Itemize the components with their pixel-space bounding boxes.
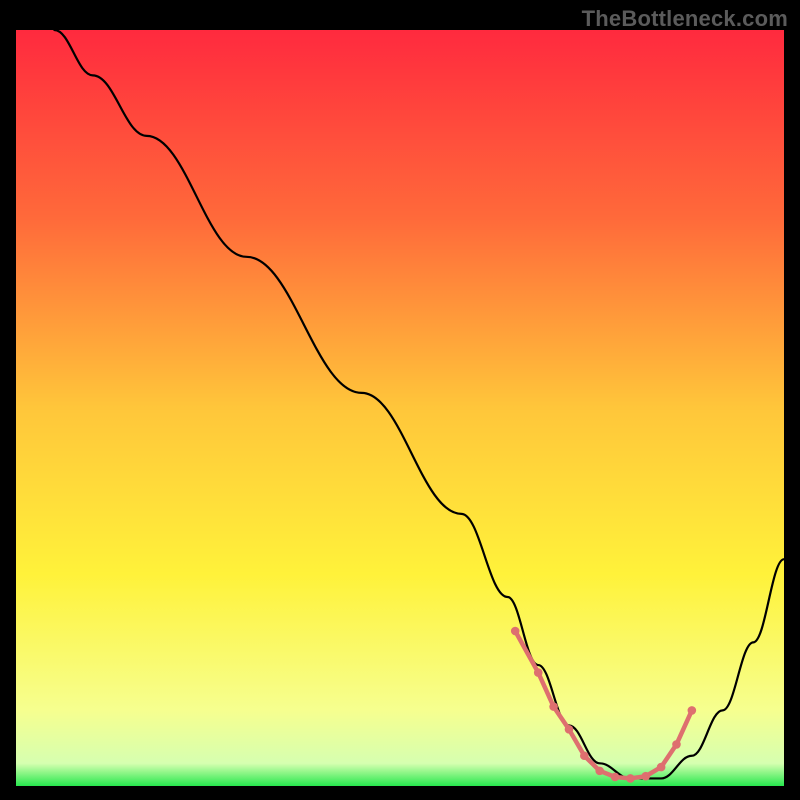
optimal-range-point <box>565 725 574 734</box>
optimal-range-point <box>611 773 620 782</box>
plot-background <box>16 30 784 786</box>
optimal-range-point <box>657 763 666 772</box>
optimal-range-point <box>580 751 589 760</box>
optimal-range-point <box>511 627 520 636</box>
optimal-range-point <box>626 774 635 783</box>
optimal-range-point <box>672 740 681 749</box>
optimal-range-point <box>641 772 650 781</box>
optimal-range-point <box>595 767 604 776</box>
optimal-range-point <box>534 668 543 677</box>
optimal-range-point <box>549 702 558 711</box>
bottleneck-chart <box>0 0 800 800</box>
chart-container: { "watermark": "TheBottleneck.com", "cha… <box>0 0 800 800</box>
optimal-range-point <box>688 706 697 715</box>
